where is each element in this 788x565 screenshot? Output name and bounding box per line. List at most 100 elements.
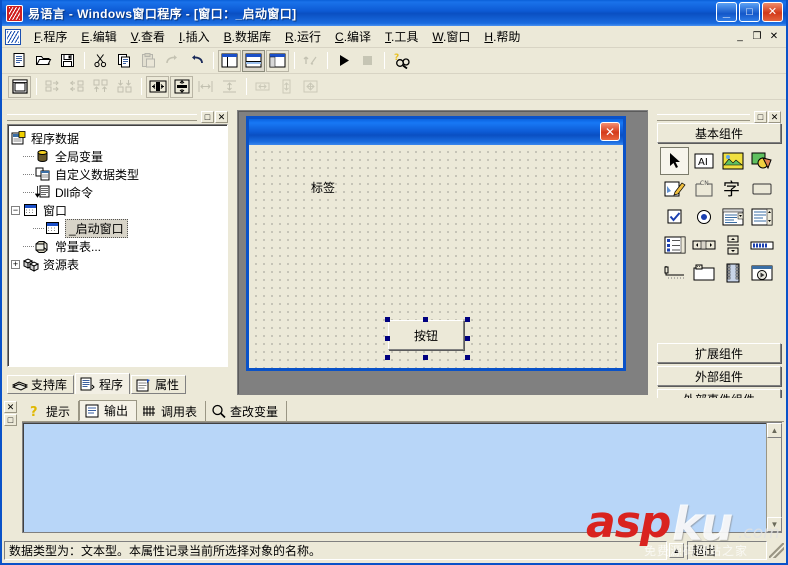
status-updown-icon[interactable]: ▲ (669, 543, 684, 558)
tab-search-variable[interactable]: 查改变量 (206, 401, 288, 421)
tree-node-resource-table[interactable]: + 资源表 (11, 255, 224, 273)
panel-drag-handle[interactable] (7, 113, 197, 121)
insert-statement-icon[interactable] (299, 50, 322, 72)
list-box-tool-icon[interactable] (747, 203, 776, 231)
group-box-tool-icon[interactable]: CN (689, 175, 718, 203)
selection-handle-ml[interactable] (385, 336, 390, 341)
radio-tool-icon[interactable] (689, 203, 718, 231)
tree-node-dll-command[interactable]: Dll命令 (11, 183, 224, 201)
copy-icon[interactable] (113, 50, 136, 72)
form-designer-window[interactable]: ✕ 标签 按钮 (246, 116, 626, 371)
scroll-down-icon[interactable]: ▼ (767, 517, 782, 532)
mdi-minimize-button[interactable]: _ (732, 29, 748, 44)
open-file-icon[interactable] (32, 50, 55, 72)
cut-icon[interactable] (89, 50, 112, 72)
selection-handle-bl[interactable] (385, 355, 390, 360)
menu-item-edit[interactable]: E.编辑 (74, 26, 123, 47)
same-height-icon[interactable] (275, 76, 298, 98)
pointer-tool-icon[interactable] (660, 147, 689, 175)
save-file-icon[interactable] (56, 50, 79, 72)
track-bar-tool-icon[interactable] (660, 259, 689, 287)
tree-node-custom-data-type[interactable]: 自定义数据类型 (11, 165, 224, 183)
space-vertical-icon[interactable] (218, 76, 241, 98)
menu-item-view[interactable]: V.查看 (124, 26, 172, 47)
menu-item-help[interactable]: H.帮助 (477, 26, 527, 47)
tab-program[interactable]: 程序 (75, 373, 131, 394)
menu-item-program[interactable]: F.程序 (27, 26, 74, 47)
spin-tool-icon[interactable] (718, 231, 747, 259)
scroll-up-icon[interactable]: ▲ (767, 423, 782, 438)
menu-item-tools[interactable]: T.工具 (378, 26, 425, 47)
media-tool-icon[interactable] (747, 259, 776, 287)
edit-box-tool-icon[interactable] (660, 175, 689, 203)
menu-item-insert[interactable]: I.插入 (172, 26, 217, 47)
tab-control-tool-icon[interactable] (689, 259, 718, 287)
space-horizontal-icon[interactable] (194, 76, 217, 98)
tab-call-table[interactable]: 调用表 (137, 401, 207, 421)
tree-node-window-folder[interactable]: − 窗口 (11, 201, 224, 219)
picture-box-tool-icon[interactable] (747, 147, 776, 175)
resize-grip[interactable] (769, 543, 784, 558)
maximize-button[interactable]: □ (739, 2, 760, 22)
same-size-icon[interactable] (299, 76, 322, 98)
form-grid-icon[interactable] (8, 75, 31, 98)
align-bottom-icon[interactable] (113, 76, 136, 98)
project-panel-close-button[interactable]: ✕ (215, 110, 228, 123)
redo-icon[interactable] (161, 50, 184, 72)
picture-tool-icon[interactable] (718, 147, 747, 175)
label-tool-icon[interactable]: AI (689, 147, 718, 175)
menu-item-compile[interactable]: C.编译 (328, 26, 378, 47)
tab-properties[interactable]: 属性 (131, 375, 187, 394)
form-title-bar[interactable]: ✕ (249, 119, 623, 145)
tree-collapse-button[interactable]: − (11, 205, 20, 215)
list-view-tool-icon[interactable] (660, 231, 689, 259)
align-top-icon[interactable] (89, 76, 112, 98)
tree-expand-button[interactable]: + (11, 259, 20, 269)
tree-node-program-data[interactable]: 程序数据 (11, 129, 224, 147)
center-horizontal-icon[interactable] (146, 75, 169, 98)
tab-output[interactable]: 输出 (79, 400, 138, 421)
palette-drag-handle[interactable] (657, 113, 750, 121)
tab-support-library[interactable]: 支持库 (7, 375, 75, 394)
selection-handle-mr[interactable] (465, 336, 470, 341)
form-close-icon[interactable]: ✕ (600, 122, 620, 141)
tree-node-global-variable[interactable]: 全局变量 (11, 147, 224, 165)
selection-handle-tl[interactable] (385, 317, 390, 322)
selection-handle-bc[interactable] (423, 355, 428, 360)
center-vertical-icon[interactable] (170, 75, 193, 98)
design-button-control[interactable]: 按钮 (388, 320, 464, 350)
combo-box-tool-icon[interactable] (718, 203, 747, 231)
palette-group-basic[interactable]: 基本组件 (657, 123, 781, 143)
run-icon[interactable] (332, 50, 355, 72)
mdi-close-button[interactable]: ✕ (766, 29, 782, 44)
undo-icon[interactable] (185, 50, 208, 72)
output-scrollbar[interactable]: ▲ ▼ (766, 423, 782, 532)
bottom-panel-restore-button[interactable]: □ (4, 414, 17, 426)
palette-close-button[interactable]: ✕ (768, 110, 781, 123)
align-left-icon[interactable] (41, 76, 64, 98)
selection-handle-tc[interactable] (423, 317, 428, 322)
image-list-tool-icon[interactable] (718, 259, 747, 287)
same-width-icon[interactable] (251, 76, 274, 98)
progress-bar-tool-icon[interactable] (747, 231, 776, 259)
tree-node-constant-table[interactable]: 常量表... (11, 237, 224, 255)
palette-group-external[interactable]: 外部组件 (657, 366, 781, 386)
project-tree[interactable]: 程序数据 全局变量 自定义数据类型 Dll命令 − 窗口 _启动窗口 常量表..… (7, 124, 228, 367)
menu-item-window[interactable]: W.窗口 (425, 26, 477, 47)
paste-icon[interactable] (137, 50, 160, 72)
close-button[interactable]: ✕ (762, 2, 783, 22)
mdi-restore-button[interactable]: ❐ (749, 29, 765, 44)
palette-group-extended[interactable]: 扩展组件 (657, 343, 781, 363)
checkbox-tool-icon[interactable] (660, 203, 689, 231)
bottom-panel-close-button[interactable]: ✕ (4, 401, 17, 413)
menu-item-run[interactable]: R.运行 (278, 26, 328, 47)
palette-restore-button[interactable]: □ (754, 110, 767, 123)
align-right-icon[interactable] (65, 76, 88, 98)
scrollbar-horizontal-tool-icon[interactable] (689, 231, 718, 259)
stop-icon[interactable] (356, 50, 379, 72)
output-textarea[interactable]: ▲ ▼ (22, 422, 782, 533)
form-canvas[interactable]: 标签 按钮 (249, 145, 623, 368)
minimize-button[interactable]: _ (716, 2, 737, 22)
find-help-icon[interactable]: ? (389, 50, 412, 72)
selection-handle-br[interactable] (465, 355, 470, 360)
